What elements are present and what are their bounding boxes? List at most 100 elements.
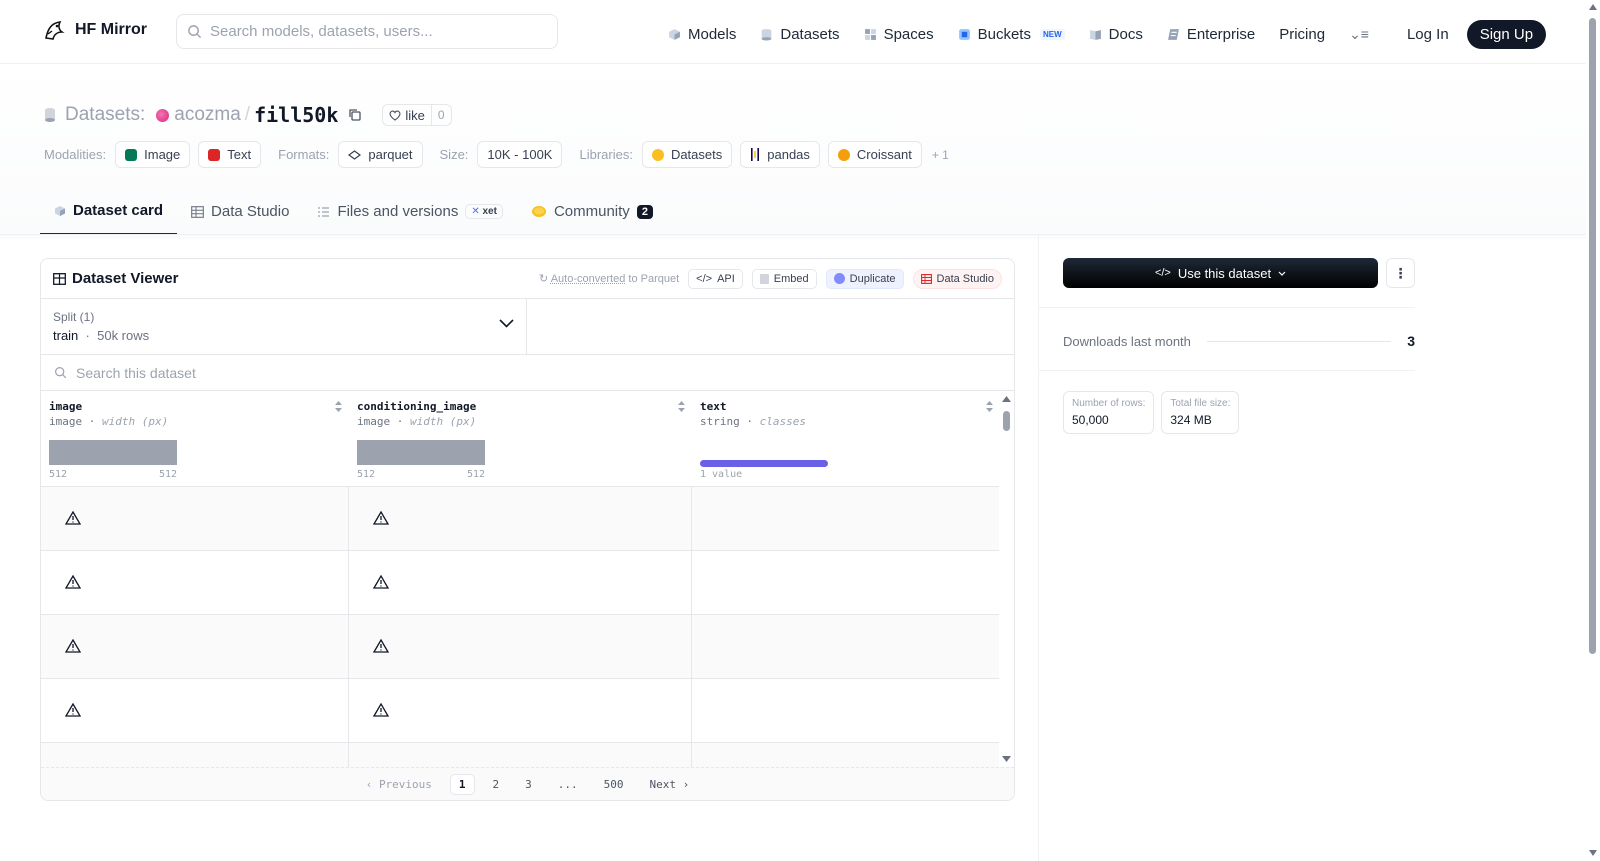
class-distribution-bar[interactable] — [700, 460, 828, 467]
signup-button[interactable]: Sign Up — [1466, 20, 1547, 49]
nav-models[interactable]: Models — [668, 26, 736, 43]
new-badge: NEW — [1039, 29, 1065, 40]
chevron-down-icon[interactable] — [499, 319, 514, 328]
tab-community-label: Community — [553, 203, 630, 220]
column-header-conditioning-image[interactable]: conditioning_image image · width (px) 51… — [349, 391, 692, 487]
downloads-stat: Downloads last month 3 — [1063, 333, 1415, 349]
page-scroll-down-icon[interactable] — [1589, 850, 1597, 856]
scroll-up-icon[interactable] — [1002, 396, 1011, 402]
split-selector[interactable]: Split (1) train · 50k rows — [41, 299, 527, 354]
parquet-icon — [348, 149, 362, 160]
column-header-text[interactable]: text string · classes 1 value — [692, 391, 1000, 487]
xet-icon: ✕ — [471, 206, 480, 217]
nav-docs[interactable]: Docs — [1089, 26, 1143, 43]
like-count: 0 — [437, 108, 445, 122]
page-scroll-thumb[interactable] — [1589, 18, 1596, 654]
nav-spaces[interactable]: Spaces — [864, 26, 934, 43]
viewer-title-label: Dataset Viewer — [72, 270, 179, 287]
split-label: Split (1) — [53, 310, 95, 324]
library-croissant-chip[interactable]: Croissant — [827, 141, 922, 168]
libraries-label: Libraries: — [579, 147, 633, 162]
api-button[interactable]: </> API — [688, 268, 743, 289]
nav-spaces-label: Spaces — [883, 26, 934, 43]
croissant-icon — [837, 148, 850, 161]
file-size-value: 324 MB — [1170, 413, 1212, 427]
auto-converted-link[interactable]: Auto-converted — [551, 273, 626, 285]
sort-icon[interactable] — [334, 400, 343, 413]
library-datasets-chip[interactable]: Datasets — [641, 141, 733, 168]
path-separator: / — [244, 104, 251, 125]
sort-icon[interactable] — [985, 400, 994, 413]
split-selector-row: Split (1) train · 50k rows — [41, 299, 1014, 355]
rows-value: 50,000 — [1072, 413, 1109, 427]
column-stat: width (px) — [102, 415, 169, 428]
enterprise-icon — [1167, 29, 1179, 40]
copy-icon[interactable] — [348, 108, 362, 122]
dataset-tabs: Dataset card Data Studio Files and versi… — [40, 188, 667, 235]
scroll-down-icon[interactable] — [1002, 756, 1011, 762]
embed-button[interactable]: Embed — [751, 268, 817, 289]
docs-icon — [1089, 30, 1101, 40]
modality-text-chip[interactable]: Text — [198, 141, 262, 168]
modality-image-chip[interactable]: Image — [115, 141, 191, 168]
sidebar-divider — [1038, 235, 1039, 861]
library-pandas-chip[interactable]: pandas — [740, 141, 820, 168]
next-page-button[interactable]: Next › — [642, 775, 698, 794]
global-search-box[interactable] — [176, 14, 558, 49]
data-studio-label: Data Studio — [936, 272, 994, 285]
brand-logo[interactable]: HF Mirror — [42, 18, 147, 42]
like-action[interactable]: like — [383, 105, 432, 125]
page-button-2[interactable]: 2 — [485, 775, 508, 794]
warning-icon — [373, 511, 389, 525]
column-type: image · width (px) — [49, 415, 169, 428]
tab-dataset-card[interactable]: Dataset card — [40, 188, 178, 235]
grid-scroll-thumb[interactable] — [1003, 411, 1010, 431]
width-histogram-bar[interactable] — [357, 440, 485, 465]
rows-stat: Number of rows: 50,000 — [1063, 391, 1155, 434]
viewer-title: Dataset Viewer — [53, 270, 178, 287]
nav-buckets[interactable]: Buckets NEW — [958, 26, 1065, 43]
owner-link[interactable]: acozma — [174, 104, 241, 126]
login-link[interactable]: Log In — [1407, 26, 1449, 43]
auto-converted-note[interactable]: ↻ Auto-converted to Parquet — [539, 272, 679, 285]
nav-enterprise-label: Enterprise — [1186, 26, 1256, 43]
nav-pricing[interactable]: Pricing — [1279, 26, 1325, 43]
sidebar-separator — [1039, 370, 1415, 371]
community-count-badge: 2 — [636, 204, 653, 219]
histogram-max: 512 — [158, 469, 177, 480]
page-button-3[interactable]: 3 — [517, 775, 540, 794]
more-menu-icon[interactable]: ⌄≡ — [1349, 26, 1369, 43]
like-button[interactable]: like 0 — [382, 104, 452, 126]
page-scrollbar[interactable] — [1586, 0, 1600, 861]
dataset-name[interactable]: fill50k — [254, 103, 338, 127]
dataset-search-input[interactable] — [76, 364, 476, 381]
width-histogram-bar[interactable] — [49, 440, 177, 465]
size-chip[interactable]: 10K - 100K — [477, 141, 563, 168]
embed-icon — [759, 273, 769, 284]
warning-icon — [65, 575, 81, 589]
libraries-more[interactable]: + 1 — [932, 148, 949, 162]
owner-avatar[interactable] — [156, 108, 170, 122]
embed-label: Embed — [773, 272, 809, 285]
duplicate-button[interactable]: Duplicate — [825, 268, 904, 289]
format-parquet-chip[interactable]: parquet — [338, 141, 423, 168]
models-icon — [669, 29, 680, 40]
tab-community[interactable]: Community 2 — [517, 188, 667, 235]
use-this-dataset-button[interactable]: </> Use this dataset — [1063, 258, 1378, 288]
data-studio-button[interactable]: Data Studio — [912, 268, 1002, 289]
nav-datasets[interactable]: Datasets — [760, 26, 840, 43]
page-scroll-up-icon[interactable] — [1589, 4, 1597, 10]
column-header-image[interactable]: image image · width (px) 512 512 — [41, 391, 349, 487]
more-options-button[interactable]: ⋮ — [1386, 258, 1415, 288]
previous-page-button[interactable]: ‹ Previous — [358, 775, 440, 794]
nav-enterprise[interactable]: Enterprise — [1167, 26, 1255, 43]
class-summary: 1 value — [700, 469, 743, 480]
page-button-1[interactable]: 1 — [449, 774, 475, 795]
page-button-500[interactable]: 500 — [596, 775, 632, 794]
grid-scrollbar[interactable] — [999, 391, 1014, 767]
xet-badge-label: xet — [482, 206, 497, 217]
global-search-input[interactable] — [210, 23, 540, 40]
sort-icon[interactable] — [677, 400, 686, 413]
tab-files-versions[interactable]: Files and versions ✕ xet — [303, 188, 517, 235]
tab-data-studio[interactable]: Data Studio — [177, 188, 303, 235]
